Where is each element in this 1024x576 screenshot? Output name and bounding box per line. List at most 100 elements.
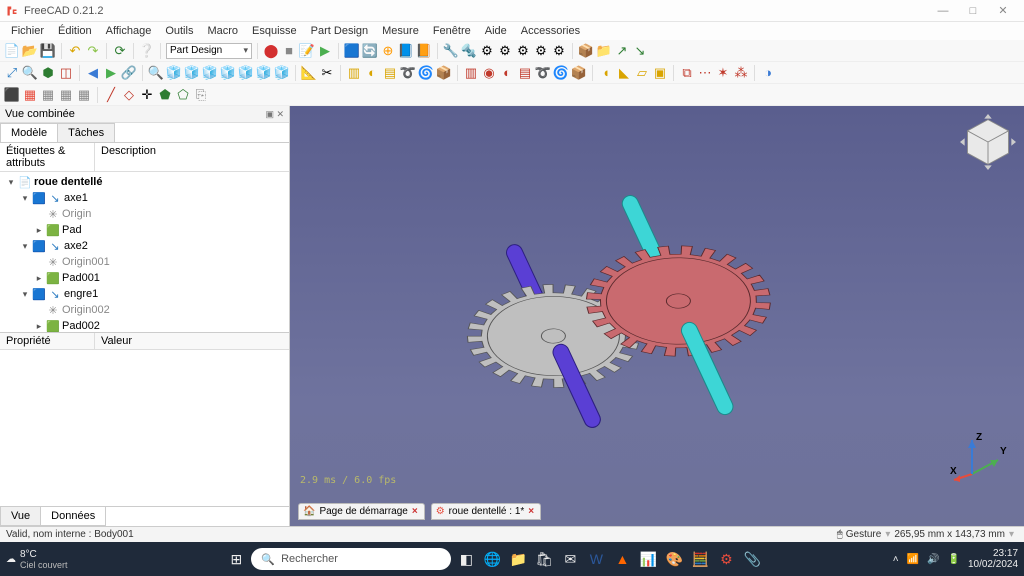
app-icon[interactable]: 🧮	[689, 548, 711, 570]
assembly-icon[interactable]: ⚙	[551, 43, 567, 59]
undo-icon[interactable]: ↶	[67, 43, 83, 59]
pd-groove-icon[interactable]: ◐	[499, 65, 515, 81]
tree-node[interactable]: ✳Origin	[0, 206, 289, 222]
doc-tab-model[interactable]: ⚙ roue dentellé : 1* ×	[431, 503, 541, 520]
tree-node[interactable]: ▾🟦↘axe2	[0, 238, 289, 254]
menu-édition[interactable]: Édition	[51, 24, 99, 38]
menu-outils[interactable]: Outils	[158, 24, 200, 38]
app-icon[interactable]: 📎	[741, 548, 763, 570]
pd-thickness-icon[interactable]: ▣	[652, 65, 668, 81]
sketch-icon[interactable]: ▦	[22, 87, 38, 103]
section-icon[interactable]: ✂	[319, 65, 335, 81]
system-tray[interactable]: ˄ 📶 🔊 🔋 23:17 10/02/2024	[893, 548, 1018, 570]
doc-tab-start[interactable]: 🏠 Page de démarrage ×	[298, 503, 425, 520]
tab-view[interactable]: Vue	[0, 507, 41, 526]
tree-node[interactable]: ▸🟩Pad002	[0, 318, 289, 332]
export-icon[interactable]: ↘	[632, 43, 648, 59]
close-icon[interactable]: ×	[412, 506, 418, 517]
folder-icon[interactable]: 📦	[578, 43, 594, 59]
tree-node[interactable]: ▾📄roue dentellé	[0, 174, 289, 190]
menu-accessories[interactable]: Accessories	[514, 24, 587, 38]
datum-line-icon[interactable]: ╱	[103, 87, 119, 103]
explorer-icon[interactable]: 📁	[507, 548, 529, 570]
tool-icon[interactable]: ⊕	[380, 43, 396, 59]
edit-sketch-icon[interactable]: ▦	[40, 87, 56, 103]
pd-multi-icon[interactable]: ⁂	[733, 65, 749, 81]
pd-sweep-icon[interactable]: ➰	[400, 65, 416, 81]
assembly-icon[interactable]: ⚙	[515, 43, 531, 59]
tree-node[interactable]: ✳Origin001	[0, 254, 289, 270]
pd-pocket-icon[interactable]: ▥	[463, 65, 479, 81]
clock[interactable]: 23:17 10/02/2024	[968, 548, 1018, 570]
tool-icon[interactable]: 🟦	[344, 43, 360, 59]
map-sketch-icon[interactable]: ▦	[58, 87, 74, 103]
pd-revolve-icon[interactable]: ◐	[364, 65, 380, 81]
pd-polar-icon[interactable]: ✶	[715, 65, 731, 81]
refresh-icon[interactable]: ⟳	[112, 43, 128, 59]
bbox-icon[interactable]: ◫	[58, 65, 74, 81]
view-bottom-icon[interactable]: 🧊	[256, 65, 272, 81]
tool-icon[interactable]: 📘	[398, 43, 414, 59]
pd-linear-icon[interactable]: ⋯	[697, 65, 713, 81]
app-icon[interactable]: 📊	[637, 548, 659, 570]
word-icon[interactable]: W	[585, 548, 607, 570]
pd-helix-icon[interactable]: 🌀	[418, 65, 434, 81]
whatsthis-icon[interactable]: ❔	[139, 43, 155, 59]
view-left-icon[interactable]: 🧊	[274, 65, 290, 81]
pd-mirror-icon[interactable]: ⧉	[679, 65, 695, 81]
edge-icon[interactable]: 🌐	[481, 548, 503, 570]
subbinder-icon[interactable]: ⬠	[175, 87, 191, 103]
export-icon[interactable]: ↗	[614, 43, 630, 59]
close-icon[interactable]: ×	[528, 506, 534, 517]
tool-icon[interactable]: 📙	[416, 43, 432, 59]
menu-aide[interactable]: Aide	[478, 24, 514, 38]
menu-esquisse[interactable]: Esquisse	[245, 24, 304, 38]
pd-boolean-icon[interactable]: ◑	[760, 65, 776, 81]
mail-icon[interactable]: ✉	[559, 548, 581, 570]
pd-draft-icon[interactable]: ▱	[634, 65, 650, 81]
view-top-icon[interactable]: 🧊	[202, 65, 218, 81]
taskbar-search[interactable]: 🔍 Rechercher	[251, 548, 451, 570]
vlc-icon[interactable]: ▲	[611, 548, 633, 570]
save-icon[interactable]: 💾	[40, 43, 56, 59]
navigation-cube[interactable]	[960, 114, 1016, 170]
open-icon[interactable]: 📂	[22, 43, 38, 59]
view-rear-icon[interactable]: 🧊	[238, 65, 254, 81]
tab-data[interactable]: Données	[40, 507, 106, 526]
pd-chamfer-icon[interactable]: ◣	[616, 65, 632, 81]
fit-selection-icon[interactable]: 🔍	[22, 65, 38, 81]
new-icon[interactable]: 📄	[4, 43, 20, 59]
tree-node[interactable]: ▾🟦↘engre1	[0, 286, 289, 302]
menu-fichier[interactable]: Fichier	[4, 24, 51, 38]
panel-undock-icon[interactable]: ▣ ✕	[265, 109, 284, 120]
macro-run-icon[interactable]: ▶	[317, 43, 333, 59]
macro-record-icon[interactable]: ⬤	[263, 43, 279, 59]
chevron-up-icon[interactable]: ˄	[893, 554, 899, 565]
pd-subhelix-icon[interactable]: 🌀	[553, 65, 569, 81]
menu-macro[interactable]: Macro	[200, 24, 245, 38]
taskbar-weather[interactable]: ☁ 8°C Ciel couvert	[6, 549, 96, 570]
assembly-icon[interactable]: 🔩	[461, 43, 477, 59]
validate-sketch-icon[interactable]: ▦	[76, 87, 92, 103]
folder-icon[interactable]: 📁	[596, 43, 612, 59]
battery-icon[interactable]: 🔋	[948, 554, 960, 565]
pd-box-icon[interactable]: 📦	[436, 65, 452, 81]
minimize-button[interactable]: —	[928, 5, 958, 17]
tree-node[interactable]: ▸🟩Pad	[0, 222, 289, 238]
pd-subbox-icon[interactable]: 📦	[571, 65, 587, 81]
tab-model[interactable]: Modèle	[0, 123, 58, 142]
draw-style-icon[interactable]: ⬢	[40, 65, 56, 81]
menu-mesure[interactable]: Mesure	[375, 24, 426, 38]
workbench-selector[interactable]: Part Design	[166, 43, 252, 59]
tree-node[interactable]: ▾🟦↘axe1	[0, 190, 289, 206]
freecad-taskbar-icon[interactable]: ⚙	[715, 548, 737, 570]
assembly-icon[interactable]: ⚙	[497, 43, 513, 59]
menu-affichage[interactable]: Affichage	[99, 24, 159, 38]
wifi-icon[interactable]: 📶	[907, 554, 919, 565]
tool-icon[interactable]: 🔄	[362, 43, 378, 59]
view-iso-icon[interactable]: 🧊	[166, 65, 182, 81]
pd-subsweep-icon[interactable]: ➰	[535, 65, 551, 81]
macro-edit-icon[interactable]: 📝	[299, 43, 315, 59]
volume-icon[interactable]: 🔊	[927, 554, 939, 565]
tab-tasks[interactable]: Tâches	[57, 123, 115, 142]
